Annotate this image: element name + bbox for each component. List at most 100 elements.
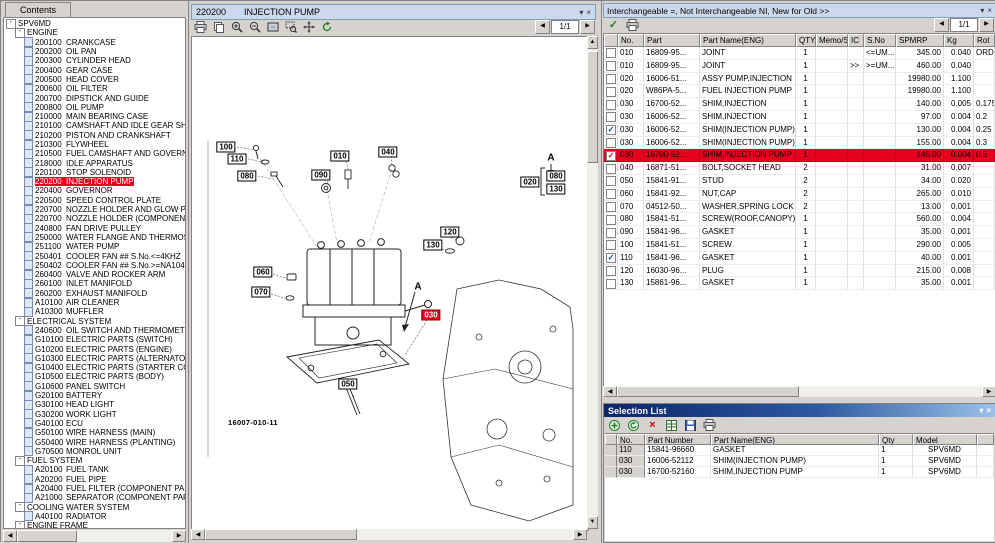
selection-col-qty[interactable]: Qty	[879, 434, 913, 445]
selection-col-model[interactable]: Model	[913, 434, 977, 445]
refresh-icon[interactable]	[318, 20, 335, 34]
parts-row[interactable]: 03016700-52...SHIM,INJECTION1140.000.005…	[604, 98, 995, 111]
tree-item-200800[interactable]: 200800OIL PUMP	[6, 103, 185, 112]
tree-item-200200[interactable]: 200200OIL PAN	[6, 47, 185, 56]
tree-item-G10100[interactable]: G10100ELECTRIC PARTS (SWITCH)	[6, 335, 185, 344]
row-checkbox[interactable]	[606, 61, 616, 71]
zoom-out-icon[interactable]	[246, 20, 263, 34]
tree-item-218000[interactable]: 218000IDLE APPARATUS	[6, 158, 185, 167]
collapse-icon[interactable]: -	[15, 521, 25, 529]
row-checkbox[interactable]	[606, 189, 616, 199]
tree-node-fuel-system[interactable]: -FUEL SYSTEM	[6, 456, 185, 465]
parts-row[interactable]: 01016809-95...JOINT1<=UM...345.000.040OR…	[604, 47, 995, 60]
tree-item-G40100[interactable]: G40100ECU	[6, 419, 185, 428]
tree-item-250000[interactable]: 250000WATER FLANGE AND THERMOS	[6, 233, 185, 242]
row-checkbox[interactable]: ✓	[606, 151, 616, 161]
scroll-down-icon[interactable]: ▼	[587, 516, 598, 529]
close-icon[interactable]: ×	[987, 6, 992, 15]
parts-row[interactable]: 10015841-51...SCREW1290.000.005	[604, 239, 995, 252]
tree-item-200400[interactable]: 200400GEAR CASE	[6, 65, 185, 74]
tree-item-G50100[interactable]: G50100WIRE HARNESS (MAIN)	[6, 428, 185, 437]
callout-060[interactable]: 060	[253, 267, 272, 278]
row-checkbox[interactable]	[606, 176, 616, 186]
tree-item-220200[interactable]: 220200INJECTION PUMP	[6, 177, 185, 186]
tree-item-A20100[interactable]: A20100FUEL TANK	[6, 465, 185, 474]
parts-row[interactable]: 07004512-50...WASHER,SPRING LOCK213.000.…	[604, 201, 995, 214]
row-checkbox[interactable]: ✓	[606, 253, 616, 263]
tree-item-G20100[interactable]: G20100BATTERY	[6, 391, 185, 400]
parts-col-qty[interactable]: QTY	[796, 34, 816, 47]
row-checkbox[interactable]	[606, 202, 616, 212]
parts-col-spmrp[interactable]: SPMRP	[896, 34, 944, 47]
scroll-thumb[interactable]	[17, 530, 77, 542]
tree-node-engine[interactable]: -ENGINE	[6, 28, 185, 37]
tree-node-electrical-system[interactable]: -ELECTRICAL SYSTEM	[6, 317, 185, 326]
selection-row[interactable]: 03016700-52160SHIM,INJECTION PUMP1SPV6MD	[605, 467, 994, 478]
tree-item-A20400[interactable]: A20400FUEL FILTER (COMPONENT PAR	[6, 484, 185, 493]
tree-item-G10600[interactable]: G10600PANEL SWITCH	[6, 382, 185, 391]
tree-item-G10300[interactable]: G10300ELECTRIC PARTS (ALTERNATOR)	[6, 354, 185, 363]
tab-contents[interactable]: Contents	[5, 2, 71, 18]
tree-item-260400[interactable]: 260400VALVE AND ROCKER ARM	[6, 270, 185, 279]
parts-row[interactable]: 12016030-96...PLUG1215.000.008	[604, 265, 995, 278]
close-icon[interactable]: ×	[986, 406, 991, 415]
tree-item-210000[interactable]: 210000MAIN BEARING CASE	[6, 112, 185, 121]
callout-130[interactable]: 130	[423, 240, 442, 251]
tree-item-200700[interactable]: 200700DIPSTICK AND GUIDE	[6, 93, 185, 102]
row-checkbox[interactable]	[606, 87, 616, 97]
callout-110[interactable]: 110	[228, 154, 247, 165]
tree-item-220500[interactable]: 220500SPEED CONTROL PLATE	[6, 196, 185, 205]
callout-130[interactable]: 130	[546, 184, 565, 195]
tree-item-A10100[interactable]: A10100AIR CLEANER	[6, 298, 185, 307]
tree-item-260100[interactable]: 260100INLET MANIFOLD	[6, 279, 185, 288]
tree-node-cooling-water-system[interactable]: -COOLING WATER SYSTEM	[6, 502, 185, 511]
tree-item-G10200[interactable]: G10200ELECTRIC PARTS (ENGINE)	[6, 344, 185, 353]
parts-col-rot[interactable]: Rot	[974, 34, 995, 47]
callout-030-selected[interactable]: 030	[421, 310, 440, 321]
close-icon[interactable]: ×	[586, 8, 591, 17]
row-checkbox[interactable]	[606, 215, 616, 225]
parts-row[interactable]: 03016006-52...SHIM,INJECTION197.000.0040…	[604, 111, 995, 124]
parts-row[interactable]: 02016006-51...ASSY PUMP,INJECTION119980.…	[604, 73, 995, 86]
tree-node-spv6md[interactable]: -SPV6MD	[6, 19, 185, 28]
add-icon[interactable]	[606, 418, 623, 432]
parts-col-no[interactable]: No.	[618, 34, 644, 47]
tree-item-220700[interactable]: 220700NOZZLE HOLDER (COMPONENT	[6, 214, 185, 223]
callout-100[interactable]: 100	[216, 142, 235, 153]
parts-row[interactable]: 08015841-51...SCREW(ROOF,CANOPY)1560.000…	[604, 213, 995, 226]
callout-A[interactable]: A	[547, 154, 554, 163]
row-checkbox[interactable]	[606, 164, 616, 174]
callout-090[interactable]: 090	[311, 170, 330, 181]
tree-item-260200[interactable]: 260200EXHAUST MANIFOLD	[6, 289, 185, 298]
apply-check-icon[interactable]: ✓	[605, 18, 622, 32]
parts-row[interactable]: 03016006-52...SHIM(INJECTION PUMP)1155.0…	[604, 137, 995, 150]
tree-item-200500[interactable]: 200500HEAD COVER	[6, 75, 185, 84]
callout-050[interactable]: 050	[338, 379, 357, 390]
parts-hscrollbar[interactable]: ◀ ▶	[603, 386, 995, 397]
row-checkbox[interactable]	[606, 112, 616, 122]
tree-item-G10500[interactable]: G10500ELECTRIC PARTS (BODY)	[6, 372, 185, 381]
row-checkbox[interactable]	[606, 74, 616, 84]
contents-hscrollbar[interactable]: ◀ ▶	[3, 530, 186, 542]
print-icon[interactable]	[701, 418, 718, 432]
row-checkbox[interactable]	[606, 279, 616, 289]
tree-item-220700[interactable]: 220700NOZZLE HOLDER AND GLOW PL	[6, 205, 185, 214]
scroll-left-icon[interactable]: ◀	[603, 386, 617, 397]
tree-item-220100[interactable]: 220100STOP SOLENOID	[6, 168, 185, 177]
tree-item-G30200[interactable]: G30200WORK LIGHT	[6, 409, 185, 418]
parts-row[interactable]: 05015841-91...STUD234.000.020	[604, 175, 995, 188]
row-checkbox[interactable]	[606, 138, 616, 148]
parts-row[interactable]: 04016871-51...BOLT,SOCKET HEAD231.000.00…	[604, 162, 995, 175]
scroll-thumb[interactable]	[205, 529, 357, 540]
parts-row[interactable]: 06015841-92...NUT,CAP2265.000.010	[604, 188, 995, 201]
callout-080[interactable]: 080	[546, 171, 565, 182]
tree-item-210500[interactable]: 210500FUEL CAMSHAFT AND GOVERNO	[6, 149, 185, 158]
callout-020[interactable]: 020	[520, 177, 539, 188]
prev-page-icon[interactable]: ◀	[535, 20, 550, 34]
scroll-right-icon[interactable]: ▶	[172, 530, 186, 542]
tree-item-220400[interactable]: 220400GOVERNOR	[6, 186, 185, 195]
scroll-left-icon[interactable]: ◀	[191, 529, 205, 540]
tree-item-G10400[interactable]: G10400ELECTRIC PARTS (STARTER CO	[6, 363, 185, 372]
tree-item-200300[interactable]: 200300CYLINDER HEAD	[6, 56, 185, 65]
print-icon[interactable]	[192, 20, 209, 34]
